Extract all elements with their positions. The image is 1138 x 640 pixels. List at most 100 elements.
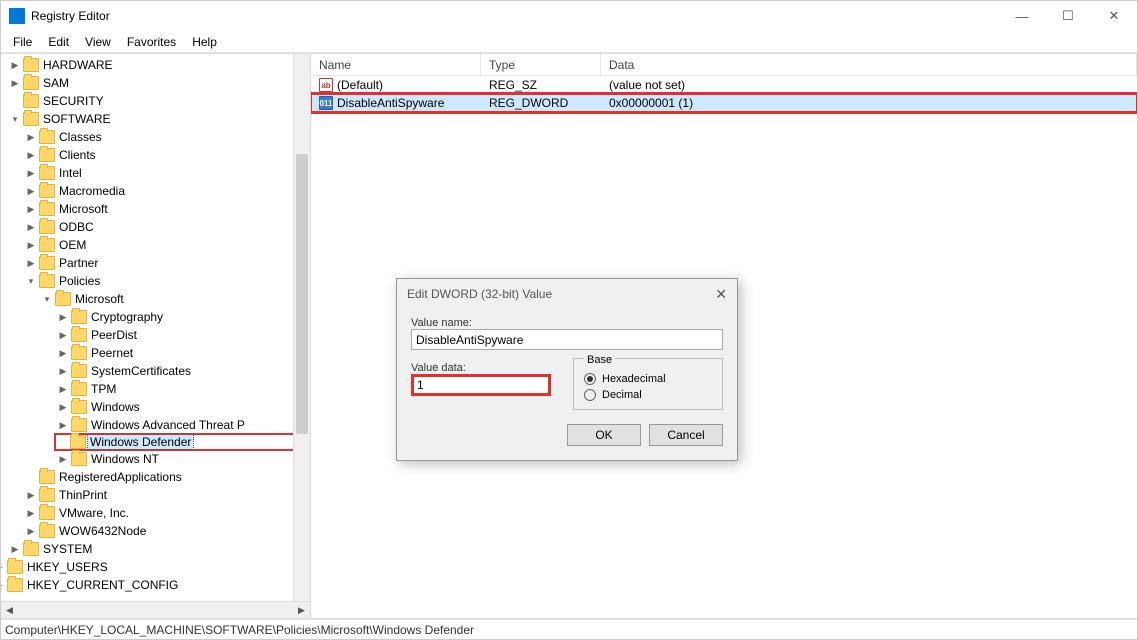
folder-icon [23, 112, 39, 126]
tree-node-systemcertificates[interactable]: ▶SystemCertificates [55, 362, 310, 380]
tree-node-system[interactable]: ▶SYSTEM [7, 540, 310, 558]
menu-edit[interactable]: Edit [40, 33, 77, 51]
expand-icon[interactable]: ▶ [57, 402, 69, 413]
tree-node-registeredapplications[interactable]: RegisteredApplications [23, 468, 310, 486]
expand-icon[interactable]: ▶ [25, 526, 37, 537]
value-data: (value not set) [601, 78, 1137, 92]
tree-node-wow6432[interactable]: ▶WOW6432Node [23, 522, 310, 540]
column-header-data[interactable]: Data [601, 54, 1137, 75]
tree-node-thinprint[interactable]: ▶ThinPrint [23, 486, 310, 504]
tree-node-policies-microsoft[interactable]: ▾Microsoft [39, 290, 310, 308]
tree-vertical-scrollbar[interactable] [293, 54, 310, 601]
reg-dword-icon: 011 [319, 96, 333, 110]
expand-icon[interactable]: ▶ [57, 312, 69, 323]
minimize-icon: — [1016, 9, 1029, 24]
tree-node-oem[interactable]: ▶OEM [23, 236, 310, 254]
value-data: 0x00000001 (1) [601, 96, 1137, 110]
tree-node-software[interactable]: ▾SOFTWARE [7, 110, 310, 128]
tree-node-security[interactable]: SECURITY [7, 92, 310, 110]
tree-node-sam[interactable]: ▶SAM [7, 74, 310, 92]
column-header-name[interactable]: Name [311, 54, 481, 75]
cancel-button[interactable]: Cancel [649, 424, 723, 446]
list-header: Name Type Data [311, 54, 1137, 76]
tree-node-windows[interactable]: ▶Windows [55, 398, 310, 416]
tree-node-macromedia[interactable]: ▶Macromedia [23, 182, 310, 200]
tree-node-hardware[interactable]: ▶HARDWARE [7, 56, 310, 74]
expand-icon[interactable]: ▶ [25, 490, 37, 501]
collapse-icon[interactable]: ▾ [9, 114, 21, 125]
registry-tree[interactable]: ▶HARDWARE ▶SAM SECURITY ▾SOFTWARE ▶Class… [1, 54, 310, 601]
expand-icon[interactable]: ▶ [25, 258, 37, 269]
menu-help[interactable]: Help [184, 33, 225, 51]
expand-icon[interactable]: ▶ [25, 222, 37, 233]
expand-icon[interactable]: ▶ [1, 580, 5, 591]
scroll-right-icon[interactable]: ▶ [293, 603, 310, 618]
expand-icon[interactable]: ▶ [25, 204, 37, 215]
expand-icon[interactable]: ▶ [57, 330, 69, 341]
ok-button[interactable]: OK [567, 424, 641, 446]
expand-icon[interactable]: ▶ [9, 60, 21, 71]
value-name-input[interactable] [411, 329, 723, 350]
tree-node-microsoft[interactable]: ▶Microsoft [23, 200, 310, 218]
expand-icon[interactable]: ▶ [1, 562, 5, 573]
expand-icon[interactable]: ▶ [57, 454, 69, 465]
radio-label: Decimal [602, 389, 642, 401]
folder-icon [7, 578, 23, 592]
main-split: ▶HARDWARE ▶SAM SECURITY ▾SOFTWARE ▶Class… [1, 53, 1137, 619]
titlebar[interactable]: Registry Editor — ☐ ✕ [1, 1, 1137, 31]
tree-node-hkey-users[interactable]: ▶HKEY_USERS [1, 558, 310, 576]
collapse-icon[interactable]: ▾ [41, 294, 53, 305]
expand-icon[interactable]: ▶ [25, 508, 37, 519]
value-data-input[interactable] [411, 374, 551, 396]
tree-node-peernet[interactable]: ▶Peernet [55, 344, 310, 362]
tree-node-odbc[interactable]: ▶ODBC [23, 218, 310, 236]
tree-node-vmware[interactable]: ▶VMware, Inc. [23, 504, 310, 522]
scroll-left-icon[interactable]: ◀ [1, 603, 18, 618]
expand-icon[interactable]: ▶ [25, 168, 37, 179]
tree-horizontal-scrollbar[interactable]: ◀ ▶ [1, 601, 310, 618]
tree-node-tpm[interactable]: ▶TPM [55, 380, 310, 398]
maximize-button[interactable]: ☐ [1045, 1, 1091, 31]
dialog-body: Value name: Value data: Base Hexadecimal [397, 309, 737, 460]
folder-icon [39, 148, 55, 162]
tree-node-clients[interactable]: ▶Clients [23, 146, 310, 164]
expand-icon[interactable]: ▶ [57, 366, 69, 377]
expand-icon[interactable]: ▶ [25, 132, 37, 143]
dialog-titlebar[interactable]: Edit DWORD (32-bit) Value ✕ [397, 279, 737, 309]
tree-node-intel[interactable]: ▶Intel [23, 164, 310, 182]
expand-icon[interactable]: ▶ [25, 150, 37, 161]
expand-icon[interactable]: ▶ [9, 544, 21, 555]
expand-icon[interactable]: ▶ [25, 240, 37, 251]
expand-icon[interactable]: ▶ [57, 384, 69, 395]
tree-node-watp[interactable]: ▶Windows Advanced Threat P [55, 416, 310, 434]
scrollbar-thumb[interactable] [296, 154, 308, 434]
expand-icon[interactable]: ▶ [57, 348, 69, 359]
folder-icon [39, 166, 55, 180]
tree-node-partner[interactable]: ▶Partner [23, 254, 310, 272]
collapse-icon[interactable]: ▾ [25, 276, 37, 287]
minimize-button[interactable]: — [999, 1, 1045, 31]
list-row-default[interactable]: ab(Default) REG_SZ (value not set) [311, 76, 1137, 94]
tree-node-windows-defender[interactable]: Windows Defender [54, 433, 310, 451]
tree-node-classes[interactable]: ▶Classes [23, 128, 310, 146]
tree-node-cryptography[interactable]: ▶Cryptography [55, 308, 310, 326]
tree-node-hkey-current-config[interactable]: ▶HKEY_CURRENT_CONFIG [1, 576, 310, 594]
column-header-type[interactable]: Type [481, 54, 601, 75]
tree-node-peerdist[interactable]: ▶PeerDist [55, 326, 310, 344]
tree-node-policies[interactable]: ▾Policies [23, 272, 310, 290]
menu-favorites[interactable]: Favorites [119, 33, 184, 51]
expand-icon[interactable]: ▶ [9, 78, 21, 89]
radio-decimal[interactable]: Decimal [584, 389, 712, 401]
folder-icon [71, 382, 87, 396]
dialog-close-button[interactable]: ✕ [715, 286, 727, 303]
expand-icon[interactable]: ▶ [57, 420, 69, 431]
folder-icon [39, 220, 55, 234]
tree-node-windowsnt[interactable]: ▶Windows NT [55, 450, 310, 468]
list-row-disableantispyware[interactable]: 011DisableAntiSpyware REG_DWORD 0x000000… [311, 94, 1137, 112]
folder-icon [71, 400, 87, 414]
expand-icon[interactable]: ▶ [25, 186, 37, 197]
close-button[interactable]: ✕ [1091, 1, 1137, 31]
menu-view[interactable]: View [77, 33, 119, 51]
radio-hexadecimal[interactable]: Hexadecimal [584, 373, 712, 385]
menu-file[interactable]: File [5, 33, 40, 51]
